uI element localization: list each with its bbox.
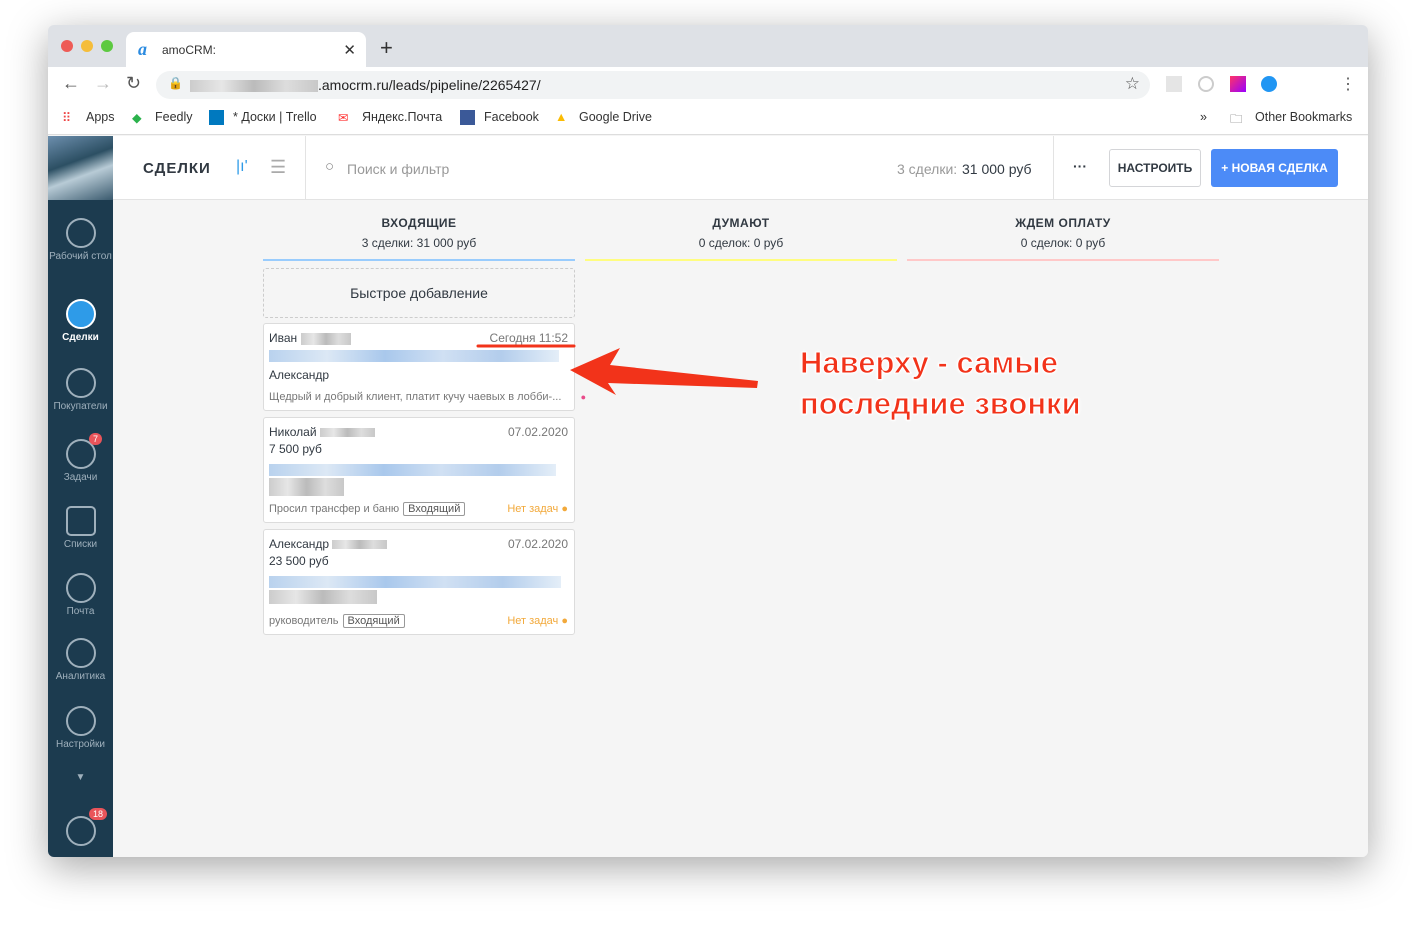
annotation-line: последние звонки (800, 386, 1082, 422)
arrow-annotation (570, 348, 758, 395)
annotation-text: Наверху - самые последние звонки (800, 342, 1082, 424)
annotation-overlay (476, 344, 758, 395)
annotation-line: Наверху - самые (800, 345, 1059, 381)
